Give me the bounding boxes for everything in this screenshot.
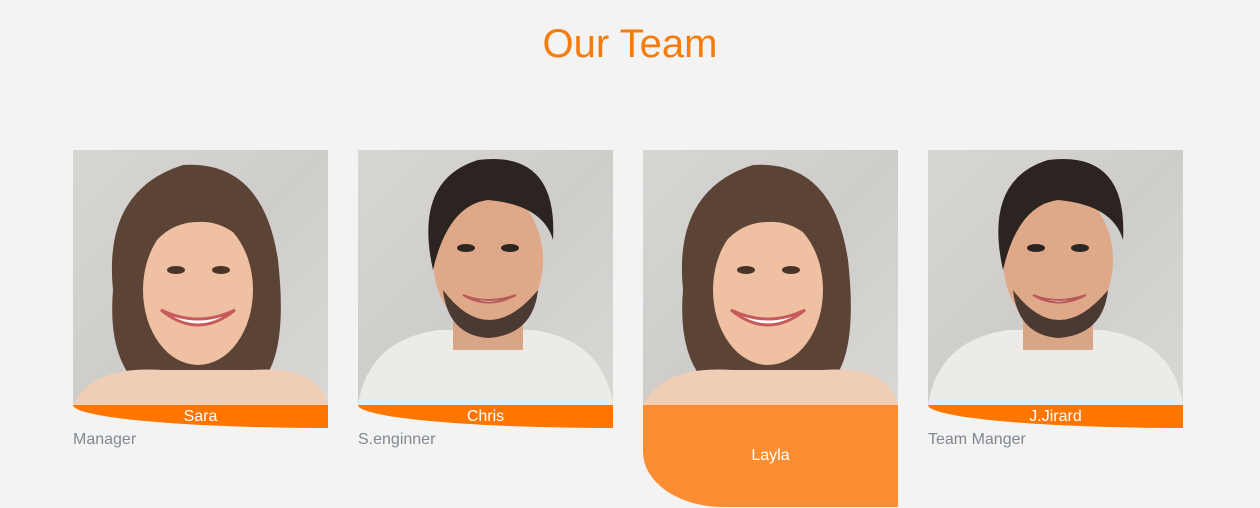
member-name: J.Jirard: [1029, 408, 1082, 425]
team-card-sara[interactable]: Sara Manager: [73, 150, 328, 449]
man-portrait-photo: [358, 150, 613, 405]
name-band: Chris: [358, 405, 613, 428]
member-role: Manager: [73, 431, 137, 448]
man-portrait-photo: [928, 150, 1183, 405]
member-role: S.enginner: [358, 431, 436, 448]
member-name: Chris: [466, 408, 505, 425]
member-name: Layla: [751, 447, 790, 464]
team-card-chris[interactable]: Chris S.enginner: [358, 150, 613, 449]
name-band: Sara: [73, 405, 328, 428]
woman-portrait-photo: [643, 150, 898, 405]
team-card-jirard[interactable]: J.Jirard Team Manger: [928, 150, 1183, 449]
name-band: J.Jirard: [928, 405, 1183, 428]
member-role: Team Manger: [928, 431, 1026, 448]
page-title: Our Team: [542, 22, 718, 66]
name-panel-expanded: Layla: [643, 405, 898, 507]
member-name: Sara: [183, 408, 218, 425]
woman-portrait-photo: [73, 150, 328, 405]
team-card-layla[interactable]: Layla: [643, 150, 898, 507]
